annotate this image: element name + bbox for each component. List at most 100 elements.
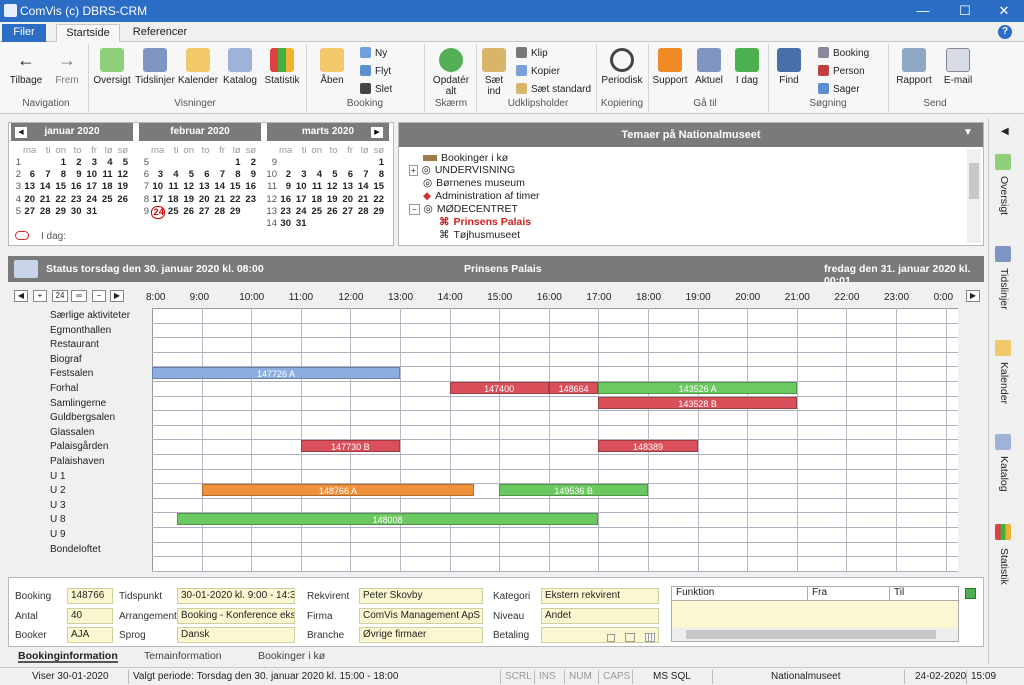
periodisk-button[interactable]: Periodisk [600,48,644,86]
calendar-day[interactable]: 25 [101,194,113,205]
booking-bar[interactable]: 148766 A [201,484,475,497]
kategori-field[interactable]: Ekstern rekvirent [541,588,659,604]
arrangement-field[interactable]: Booking - Konference ekst [177,608,295,624]
booking-bar[interactable]: 143526 A [598,382,797,394]
calendar-day[interactable]: 5 [182,169,194,180]
calendar-day[interactable]: 14 [39,181,51,192]
betaling-field[interactable] [541,627,659,643]
saet-ind-button[interactable]: Sæt ind [480,48,508,97]
resource-label[interactable]: Glassalen [50,427,94,438]
forward-button[interactable]: → Frem [50,48,84,86]
booking-bar[interactable]: 143528 B [598,396,797,409]
zoom-value[interactable]: 24 [52,290,68,302]
calendar-day[interactable]: 10 [85,169,97,180]
zoom-in-button[interactable]: + [33,290,47,302]
antal-field[interactable]: 40 [67,608,113,624]
tree-item-prinsens-palais[interactable]: ⌘ Prinsens Palais [439,216,531,228]
tab-referencer[interactable]: Referencer [128,24,192,42]
calendar-day[interactable]: 16 [279,194,291,205]
collapse-icon[interactable]: − [409,204,420,215]
calendar-day[interactable]: 2 [244,157,256,168]
link-icon[interactable]: ∞ [71,290,87,302]
resource-label[interactable]: U 3 [50,500,66,511]
booking-bar[interactable]: 148008 [176,513,599,526]
klip-button[interactable]: Klip [516,47,548,61]
saet-standard-button[interactable]: Sæt standard [516,83,591,97]
calendar-day[interactable]: 13 [341,181,353,192]
calendar-day[interactable]: 15 [229,181,241,192]
tree-item-bookinger-koe[interactable]: Bookinger i kø [423,152,508,164]
resource-label[interactable]: Guldbergsalen [50,412,115,423]
timeline-prev-button[interactable]: ◀ [14,290,28,302]
calendar-day[interactable]: 26 [116,194,128,205]
resource-label[interactable]: U 8 [50,514,66,525]
maximize-button[interactable]: ☐ [945,0,985,22]
calendar-day[interactable]: 3 [295,169,306,180]
sidebar-item-statistik[interactable]: Statistik [998,548,1010,585]
tab-temainformation[interactable]: Temainformation [144,649,222,663]
calendar-day[interactable]: 14 [213,181,225,192]
help-icon[interactable]: ? [998,25,1012,39]
tab-bookinger-i-koe[interactable]: Bookinger i kø [258,649,325,663]
resource-label[interactable]: Biograf [50,354,82,365]
calendar-day[interactable]: 6 [341,169,353,180]
resource-label[interactable]: Samlingerne [50,398,106,409]
sidebar-item-katalog[interactable]: Katalog [998,456,1010,492]
calendar-day[interactable]: 25 [167,206,179,217]
scrollbar-thumb[interactable] [686,630,936,639]
resource-label[interactable]: Forhal [50,383,78,394]
calendar-day[interactable]: 29 [229,206,241,217]
ny-button[interactable]: Ny [360,47,387,61]
calendar-day[interactable]: 8 [229,169,240,180]
calendar-day[interactable]: 21 [357,194,369,205]
resource-label[interactable]: U 9 [50,529,66,540]
oversigt-button[interactable]: Oversigt [92,48,132,86]
chevron-down-icon[interactable]: ▼ [963,127,973,138]
calendar-day[interactable]: 19 [116,181,128,192]
calendar-day[interactable]: 27 [341,206,353,217]
tree-item-administration[interactable]: ◆ Administration af timer [423,190,540,202]
firma-field[interactable]: ComVis Management ApS [359,608,483,624]
booking-bar[interactable]: 147726 A [152,367,400,380]
calendar-day[interactable]: 9 [244,169,256,180]
search-person-button[interactable]: Person [818,65,865,79]
calendar-day[interactable]: 1 [229,157,240,168]
rekvirent-field[interactable]: Peter Skovby [359,588,483,604]
expand-icon[interactable]: + [409,165,418,176]
booking-field[interactable]: 148766 [67,588,113,604]
resource-label[interactable]: Palaisgården [50,441,108,452]
calendar-day[interactable]: 20 [23,194,35,205]
aktuel-button[interactable]: Aktuel [692,48,726,86]
calendar-day[interactable]: 24 [295,206,307,217]
calendar-day[interactable]: 3 [151,169,163,180]
email-button[interactable]: E-mail [940,48,976,86]
calendar-day[interactable]: 14 [357,181,369,192]
search-sager-button[interactable]: Sager [818,83,860,97]
calendar-day[interactable]: 1 [54,157,66,168]
booking-bar[interactable]: 148664 [548,382,599,394]
calendar-day[interactable]: 16 [244,181,256,192]
view-grid-icon[interactable] [645,633,655,642]
calendar-day[interactable]: 24 [85,194,97,205]
calendar-day[interactable]: 31 [85,206,97,217]
prev-month-button[interactable]: ◀ [15,127,27,138]
resource-label[interactable]: U 1 [50,471,66,482]
calendar-day[interactable]: 28 [213,206,225,217]
booking-bar[interactable]: 147400 [449,382,549,394]
calendar-day[interactable]: 1 [372,157,384,168]
resource-label[interactable]: Bondeloftet [50,544,101,555]
minimize-button[interactable]: — [903,0,943,22]
calendar-day[interactable]: 20 [198,194,210,205]
column-header-fra[interactable]: Fra [808,587,890,601]
aaben-button[interactable]: Åben [312,48,352,86]
idag-button[interactable]: I dag [732,48,762,86]
calendar-day[interactable]: 5 [116,157,128,168]
katalog-button[interactable]: Katalog [221,48,259,86]
calendar-day[interactable]: 6 [23,169,35,180]
niveau-field[interactable]: Andet [541,608,659,624]
calendar-day[interactable]: 15 [372,181,384,192]
find-button[interactable]: Find [774,48,804,86]
tidslinjer-button[interactable]: Tidslinjer [134,48,176,86]
calendar-day[interactable]: 25 [310,206,322,217]
calendar-day[interactable]: 9 [279,181,291,192]
